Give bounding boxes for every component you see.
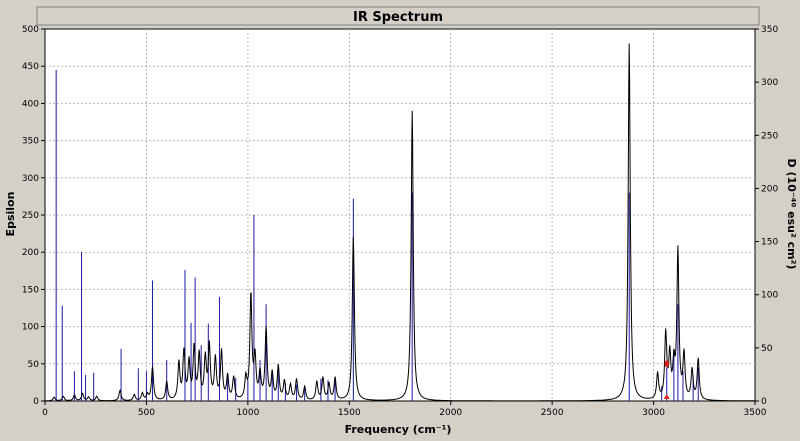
- y-left-tick-label: 300: [22, 174, 39, 184]
- y-axis-right-label: D (10⁻⁴⁰ esu² cm²): [785, 159, 798, 270]
- y-right-tick-label: 300: [761, 78, 778, 88]
- y-left-tick-label: 350: [22, 137, 39, 147]
- x-tick-label: 0: [42, 408, 48, 418]
- y-axis-left-label: Epsilon: [4, 192, 17, 237]
- y-left-tick-label: 200: [22, 248, 39, 258]
- chart-window: IR Spectrum 0 500 1000 1500 2000 2500 3000 3500…: [0, 0, 800, 441]
- y-right-tick-label: 250: [761, 131, 778, 141]
- x-tick-label: 2500: [541, 408, 564, 418]
- x-tick-label: 3500: [744, 408, 767, 418]
- y-right-tick-label: 350: [761, 25, 778, 35]
- x-tick-label: 1500: [338, 408, 361, 418]
- y-left-tick-label: 450: [22, 62, 39, 72]
- x-tick-label: 3000: [642, 408, 665, 418]
- y-left-tick-label: 400: [22, 99, 39, 109]
- y-right-tick-label: 100: [761, 291, 778, 301]
- chart-title: IR Spectrum: [353, 10, 443, 25]
- y-right-tick-label: 200: [761, 184, 778, 194]
- y-right-tick-label: 0: [761, 397, 767, 407]
- x-tick-label: 500: [138, 408, 155, 418]
- y-left-tick-label: 100: [22, 323, 39, 333]
- x-axis-label: Frequency (cm⁻¹): [345, 423, 452, 436]
- y-left-tick-label: 0: [33, 397, 39, 407]
- y-left-tick-label: 50: [28, 360, 40, 370]
- ir-spectrum-chart: IR Spectrum 0 500 1000 1500 2000 2500 3000 3500…: [4, 6, 798, 436]
- y-right-tick-label: 150: [761, 238, 778, 248]
- plot-area: [44, 28, 756, 402]
- y-left-tick-label: 250: [22, 211, 39, 221]
- x-tick-label: 2000: [439, 408, 462, 418]
- y-left-tick-label: 500: [22, 25, 39, 35]
- x-tick-label: 1000: [236, 408, 259, 418]
- y-right-tick-label: 50: [761, 344, 773, 354]
- y-left-tick-label: 150: [22, 285, 39, 295]
